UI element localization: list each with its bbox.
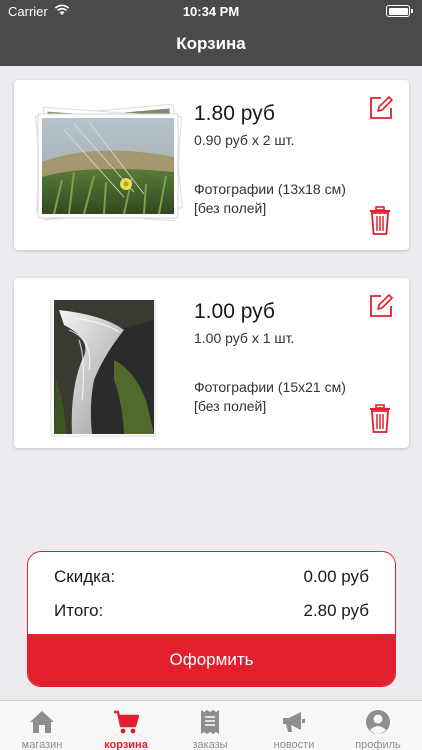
- cart-icon: [113, 709, 140, 735]
- home-icon: [29, 709, 55, 735]
- tab-label: новости: [273, 739, 315, 750]
- cart-item[interactable]: 1.00 руб 1.00 руб x 1 шт. Фотографии (15…: [14, 278, 409, 448]
- item-unit-calc: 1.00 руб x 1 шт.: [194, 330, 295, 346]
- total-label: Итого:: [54, 601, 104, 620]
- tab-label: заказы: [192, 739, 228, 750]
- tab-bar: магазин корзина заказы новости профиль: [0, 700, 422, 750]
- receipt-icon: [197, 709, 223, 735]
- tab-label: магазин: [21, 739, 63, 750]
- item-unit-calc: 0.90 руб x 2 шт.: [194, 132, 295, 148]
- tab-label: профиль: [355, 739, 401, 750]
- tab-profile[interactable]: профиль: [336, 705, 420, 750]
- cart-item[interactable]: 1.80 руб 0.90 руб x 2 шт. Фотографии (13…: [14, 80, 409, 250]
- order-summary: Скидка: 0.00 руб Итого: 2.80 руб Оформит…: [27, 551, 396, 687]
- item-border-option: [без полей]: [194, 398, 267, 414]
- item-format: Фотографии (13x18 см): [194, 181, 346, 197]
- trash-icon[interactable]: [369, 404, 391, 434]
- photo-thumbnail: [34, 289, 184, 437]
- total-value: 2.80 руб: [303, 601, 369, 620]
- item-description: Фотографии (15x21 см) [без полей]: [194, 378, 346, 416]
- tab-label: корзина: [104, 739, 148, 750]
- edit-icon[interactable]: [368, 95, 394, 121]
- checkout-button[interactable]: Оформить: [28, 634, 395, 686]
- edit-icon[interactable]: [368, 293, 394, 319]
- item-description: Фотографии (13x18 см) [без полей]: [194, 180, 346, 218]
- item-border-option: [без полей]: [194, 200, 267, 216]
- megaphone-icon: [281, 709, 307, 735]
- item-price: 1.00 руб: [194, 300, 275, 323]
- tab-shop[interactable]: магазин: [0, 705, 84, 750]
- photo-stack-thumbnail: [34, 102, 184, 227]
- clock: 10:34 PM: [182, 4, 240, 19]
- tab-cart[interactable]: корзина: [84, 705, 168, 750]
- item-format: Фотографии (15x21 см): [194, 379, 346, 395]
- item-price: 1.80 руб: [194, 102, 275, 125]
- tab-news[interactable]: новости: [252, 705, 336, 750]
- user-icon: [365, 709, 391, 735]
- tab-orders[interactable]: заказы: [168, 705, 252, 750]
- status-bar: Carrier 10:34 PM: [0, 0, 422, 22]
- top-bar: Carrier 10:34 PM Корзина: [0, 0, 422, 66]
- discount-label: Скидка:: [54, 567, 116, 586]
- trash-icon[interactable]: [369, 206, 391, 236]
- page-title: Корзина: [176, 34, 246, 53]
- discount-value: 0.00 руб: [303, 567, 369, 586]
- battery-icon: [386, 5, 413, 17]
